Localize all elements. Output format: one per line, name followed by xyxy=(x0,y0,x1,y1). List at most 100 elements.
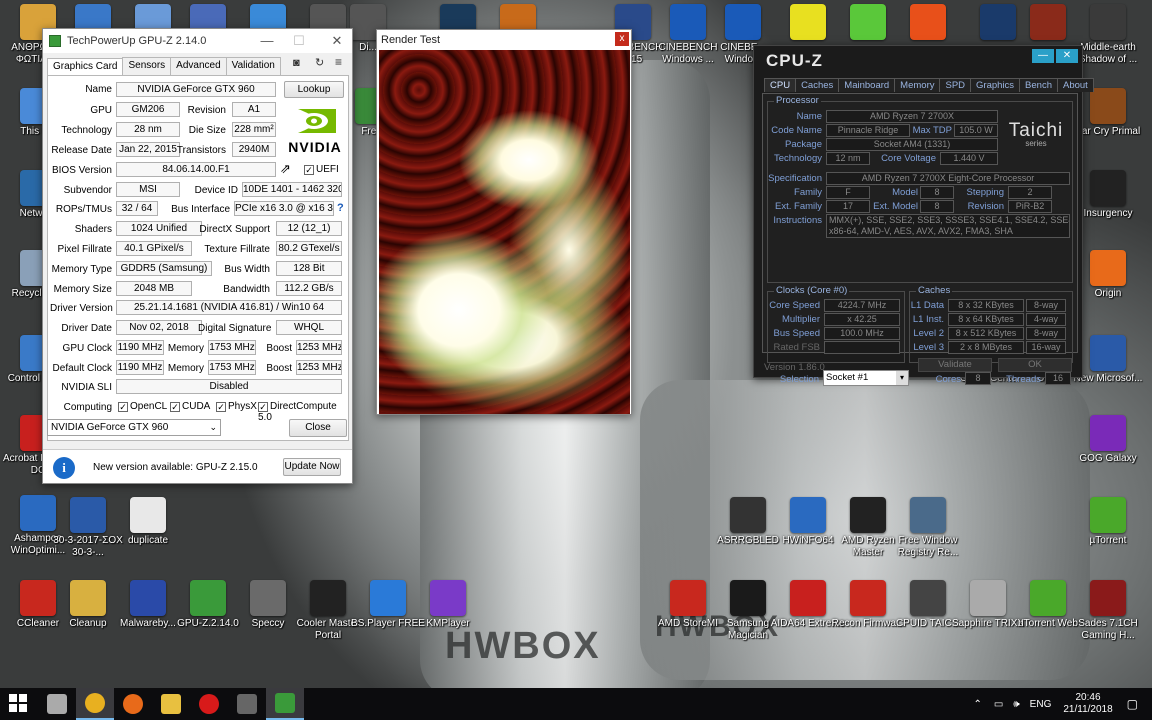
memory-type-field: GDDR5 (Samsung) xyxy=(116,261,212,276)
tab-caches[interactable]: Caches xyxy=(795,78,840,92)
language-indicator[interactable]: ENG xyxy=(1030,699,1052,710)
tab-graphics-card[interactable]: Graphics Card xyxy=(47,58,124,76)
boost-field: 1253 MHz xyxy=(296,340,342,355)
taskbar-chrome-button[interactable] xyxy=(76,688,114,720)
minimize-button[interactable]: — xyxy=(257,33,277,48)
chevron-up-icon[interactable]: ⌃ xyxy=(974,699,982,710)
gpuz-title: TechPowerUp GPU-Z 2.14.0 xyxy=(67,35,207,47)
network-icon[interactable]: ▭ xyxy=(994,699,1003,710)
technology-label: Technology xyxy=(61,125,112,136)
gpuz-window[interactable]: TechPowerUp GPU-Z 2.14.0 — ☐ ✕ Graphics … xyxy=(42,28,353,484)
menu-icon[interactable]: ≡ xyxy=(335,55,342,69)
gpu-select[interactable]: NVIDIA GeForce GTX 960 ⌄ xyxy=(47,419,221,436)
family-field: F xyxy=(826,186,870,199)
package-field: Socket AM4 (1331) xyxy=(826,138,998,151)
app-icon xyxy=(237,694,257,714)
share-icon[interactable]: ⇗ xyxy=(280,161,291,177)
ext-model-field: 8 xyxy=(920,200,954,213)
taskbar-firefox-button[interactable] xyxy=(114,688,152,720)
close-button[interactable]: Close xyxy=(289,419,347,437)
tab-validation[interactable]: Validation xyxy=(225,57,281,75)
app-icon xyxy=(1030,4,1066,40)
tab-cpu[interactable]: CPU xyxy=(764,78,797,92)
desktop-icon-label: µTorrent xyxy=(1089,535,1127,546)
taskbar-search-button[interactable] xyxy=(38,688,76,720)
ext-family-field: 17 xyxy=(826,200,870,213)
tab-spd[interactable]: SPD xyxy=(939,78,972,92)
cores-field: 8 xyxy=(965,372,991,385)
desktop-icon[interactable]: KMPlayer xyxy=(410,580,486,630)
desktop-icon[interactable]: Sades 7.1CH Gaming H... xyxy=(1070,580,1146,642)
desktop-icon-label: duplicate xyxy=(127,535,169,546)
desktop-icon-label: GOG Galaxy xyxy=(1079,453,1137,464)
lookup-button[interactable]: Lookup xyxy=(284,81,344,98)
firefox-icon xyxy=(123,694,143,714)
taskbar-start-button[interactable] xyxy=(0,688,38,720)
tab-about[interactable]: About xyxy=(1056,78,1094,92)
bios-label: BIOS Version xyxy=(51,165,112,176)
refresh-icon[interactable]: ↻ xyxy=(315,56,324,69)
socket-select[interactable]: Socket #1 ▾ xyxy=(823,370,909,386)
cpu-panel: Processor Name AMD Ryzen 7 2700X Taichi … xyxy=(762,93,1078,386)
app-icon xyxy=(850,580,886,616)
render-test-window[interactable]: Render Test x xyxy=(376,29,632,415)
app-icon xyxy=(670,580,706,616)
gpu-field: GM206 xyxy=(116,102,180,117)
uefi-checkbox[interactable]: ✓ UEFI xyxy=(304,164,339,175)
validate-button[interactable]: Validate xyxy=(918,358,992,372)
tab-advanced[interactable]: Advanced xyxy=(170,57,227,75)
render-canvas xyxy=(379,50,630,414)
desktop-icon[interactable]: duplicate xyxy=(110,497,186,547)
uefi-label: UEFI xyxy=(316,164,339,175)
tab-bench[interactable]: Bench xyxy=(1019,78,1058,92)
desktop-icon-label: Sades 7.1CH Gaming H... xyxy=(1078,618,1138,641)
volume-icon[interactable]: 🕪 xyxy=(1013,699,1019,710)
close-icon[interactable]: ✕ xyxy=(1056,49,1078,63)
taskbar-app-button[interactable] xyxy=(228,688,266,720)
opera-icon xyxy=(199,694,219,714)
tab-sensors[interactable]: Sensors xyxy=(122,57,172,75)
close-icon[interactable]: ✕ xyxy=(327,33,347,49)
minimize-button[interactable]: — xyxy=(1032,49,1054,63)
gpuz-titlebar[interactable]: TechPowerUp GPU-Z 2.14.0 — ☐ ✕ xyxy=(43,29,352,53)
clock[interactable]: 20:46 21/11/2018 xyxy=(1063,692,1112,716)
name-field: NVIDIA GeForce GTX 960 xyxy=(116,82,276,97)
desktop-icon[interactable]: GOG Galaxy xyxy=(1070,415,1146,465)
tab-graphics[interactable]: Graphics xyxy=(970,78,1021,92)
cpuz-tabs: CPU Caches Mainboard Memory SPD Graphics… xyxy=(764,78,1094,92)
update-now-button[interactable]: Update Now xyxy=(283,458,341,476)
taskbar-opera-button[interactable] xyxy=(190,688,228,720)
desktop-icon[interactable]: Free Window Registry Re... xyxy=(890,497,966,559)
render-close-button[interactable]: x xyxy=(615,32,629,46)
rated-fsb-field xyxy=(824,341,900,354)
tab-mainboard[interactable]: Mainboard xyxy=(838,78,896,92)
taskbar-explorer-button[interactable] xyxy=(152,688,190,720)
app-icon xyxy=(1090,250,1126,286)
cpuz-title: CPU-Z xyxy=(766,51,823,70)
default-boost-field: 1253 MHz xyxy=(296,360,342,375)
memory-clock-field: 1753 MHz xyxy=(208,340,256,355)
socket-select-value: Socket #1 xyxy=(826,372,869,383)
tab-memory[interactable]: Memory xyxy=(894,78,941,92)
app-icon xyxy=(190,580,226,616)
ok-button[interactable]: OK xyxy=(998,358,1072,372)
update-bar: i New version available: GPU-Z 2.15.0 Up… xyxy=(43,449,352,483)
desktop-icon-label: KMPlayer xyxy=(426,618,470,629)
cpuz-window[interactable]: CPU-Z — ✕ CPU Caches Mainboard Memory SP… xyxy=(753,45,1094,386)
maximize-button[interactable]: ☐ xyxy=(289,33,309,49)
camera-icon[interactable]: ◙ xyxy=(293,57,300,69)
desktop-icon-label: Free Window Registry Re... xyxy=(897,535,959,558)
l1-data-ways: 8-way xyxy=(1026,299,1066,312)
specification-label: Specification xyxy=(768,173,822,184)
nvidia-logo: NVIDIA xyxy=(284,106,346,158)
help-icon[interactable]: ? xyxy=(337,202,344,214)
graphics-card-panel: Name NVIDIA GeForce GTX 960 Lookup GPU G… xyxy=(47,75,349,441)
desktop-icon[interactable] xyxy=(1010,4,1086,42)
subvendor-label: Subvendor xyxy=(63,185,112,196)
shaders-label: Shaders xyxy=(74,224,112,235)
desktop-icon[interactable]: µTorrent xyxy=(1070,497,1146,547)
taskbar-gpuz-button[interactable] xyxy=(266,688,304,720)
desktop-icon[interactable] xyxy=(890,4,966,42)
notification-icon[interactable]: ▢ xyxy=(1127,697,1138,711)
release-date-label: Release Date xyxy=(51,145,112,156)
